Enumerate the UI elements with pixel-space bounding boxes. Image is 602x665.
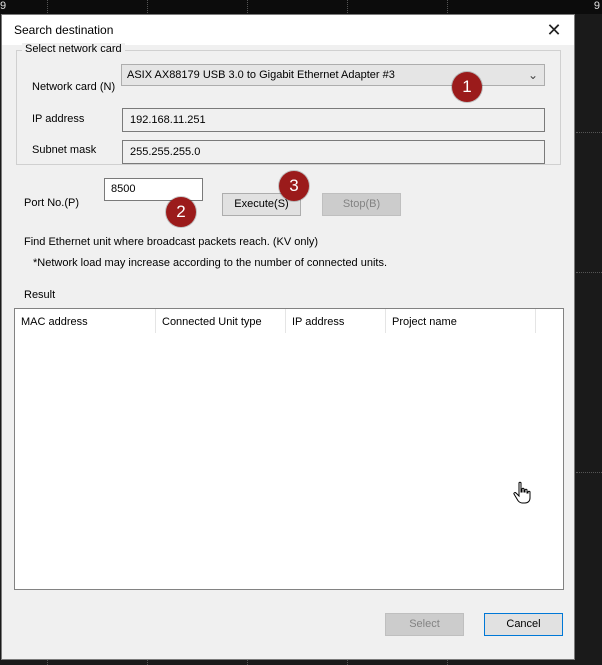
- network-card-label: Network card (N): [32, 81, 116, 93]
- step-badge-1: 1: [452, 72, 482, 102]
- background-number-left: 9: [0, 0, 7, 12]
- step-badge-3: 3: [279, 171, 309, 201]
- background-grid-line: [576, 132, 602, 134]
- port-number-value: 8500: [111, 183, 136, 195]
- port-number-label: Port No.(P): [24, 197, 80, 209]
- subnet-mask-label: Subnet mask: [32, 144, 97, 156]
- network-load-note: *Network load may increase according to …: [33, 257, 388, 269]
- ip-address-field: 192.168.11.251: [122, 108, 545, 132]
- background-grid-line: [576, 472, 602, 474]
- ip-address-value: 192.168.11.251: [130, 114, 206, 126]
- step-badge-2: 2: [166, 197, 196, 227]
- background-grid-line: [576, 272, 602, 274]
- dialog-titlebar: Search destination ✕: [2, 15, 574, 45]
- network-card-group-title: Select network card: [22, 43, 125, 55]
- background-top-bar: [0, 0, 602, 14]
- port-number-input[interactable]: 8500: [104, 178, 203, 201]
- column-header-mac-address[interactable]: MAC address: [15, 309, 156, 333]
- background-number-right: 9: [593, 0, 600, 12]
- ip-address-label: IP address: [32, 113, 85, 125]
- hand-cursor-icon: [513, 481, 531, 504]
- network-card-value: ASIX AX88179 USB 3.0 to Gigabit Ethernet…: [127, 69, 395, 81]
- column-header-connected-unit-type[interactable]: Connected Unit type: [156, 309, 286, 333]
- column-header-project-name[interactable]: Project name: [386, 309, 536, 333]
- subnet-mask-value: 255.255.255.0: [130, 146, 201, 158]
- result-label: Result: [24, 289, 56, 301]
- cancel-button[interactable]: Cancel: [484, 613, 563, 636]
- result-table[interactable]: MAC address Connected Unit type IP addre…: [14, 308, 564, 590]
- info-text: Find Ethernet unit where broadcast packe…: [24, 236, 319, 248]
- dialog-title: Search destination: [14, 23, 114, 37]
- close-icon[interactable]: ✕: [534, 15, 574, 45]
- select-button[interactable]: Select: [385, 613, 464, 636]
- subnet-mask-field: 255.255.255.0: [122, 140, 545, 164]
- chevron-down-icon[interactable]: ⌄: [528, 65, 538, 85]
- column-header-ip-address[interactable]: IP address: [286, 309, 386, 333]
- stop-button[interactable]: Stop(B): [322, 193, 401, 216]
